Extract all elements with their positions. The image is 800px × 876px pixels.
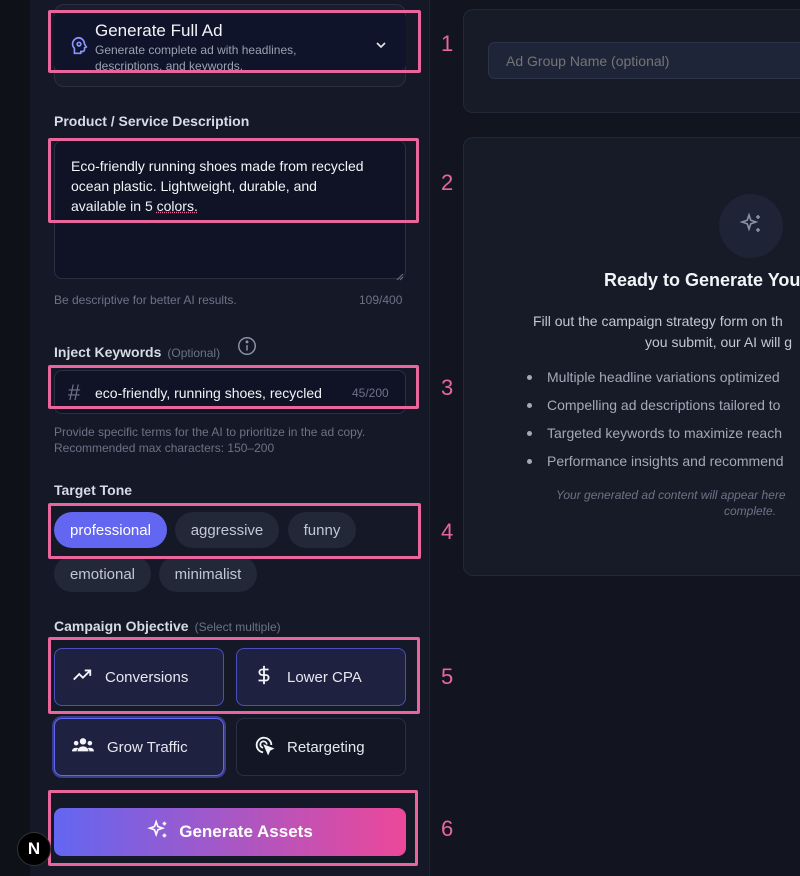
product-label: Product / Service Description: [54, 113, 250, 129]
empty-state-bullet: Multiple headline variations optimized: [527, 369, 780, 385]
keywords-count: 45/200: [352, 386, 389, 400]
objective-lower-cpa-label: Lower CPA: [287, 668, 362, 686]
objective-note: (Select multiple): [194, 620, 281, 634]
tone-chip-emotional[interactable]: emotional: [54, 556, 151, 592]
product-text-2: ocean plastic. Lightweight, durable, and: [71, 178, 317, 194]
empty-state-note-2: complete.: [724, 504, 777, 518]
empty-state-bullet: Compelling ad descriptions tailored to: [526, 397, 781, 413]
tone-chip-professional[interactable]: professional: [54, 512, 167, 548]
dollar-icon: [253, 664, 275, 690]
info-icon[interactable]: [236, 335, 258, 362]
sparkles-icon: [147, 818, 169, 846]
annotation-number-5: 5: [441, 664, 454, 689]
annotation-number-2: 2: [441, 170, 454, 195]
product-hint: Be descriptive for better AI results.: [54, 293, 237, 307]
annotation-number-6: 6: [441, 816, 454, 841]
objective-lower-cpa[interactable]: Lower CPA: [236, 648, 406, 706]
keywords-label-text: Inject Keywords: [54, 344, 162, 360]
results-area: Ready to Generate You Fill out the campa…: [431, 0, 800, 876]
keywords-label: Inject Keywords (Optional): [54, 344, 220, 360]
objective-conversions-label: Conversions: [105, 668, 189, 686]
mode-description-1: Generate complete ad with headlines,: [95, 43, 297, 57]
chevron-down-icon[interactable]: [373, 37, 389, 58]
objective-conversions[interactable]: Conversions: [54, 648, 224, 706]
objective-grow-traffic-label: Grow Traffic: [107, 738, 188, 756]
tone-label: Target Tone: [54, 482, 133, 498]
tone-chip-aggressive[interactable]: aggressive: [175, 512, 279, 548]
objective-label-text: Campaign Objective: [54, 618, 189, 634]
sparkles-icon: [739, 212, 763, 241]
product-text-3: available in 5 colors.: [71, 198, 198, 214]
keywords-value: eco-friendly, running shoes, recycled: [95, 385, 322, 401]
product-text-1: Eco-friendly running shoes made from rec…: [71, 158, 364, 174]
mode-title: Generate Full Ad: [95, 21, 223, 40]
ai-head-icon: [68, 35, 90, 62]
ad-group-input[interactable]: [488, 42, 800, 79]
campaign-form-panel: Generate Full Ad Generate complete ad wi…: [30, 0, 430, 876]
product-count: 109/400: [359, 293, 403, 307]
trending-up-icon: [71, 664, 93, 690]
annotation-number-1: 1: [441, 31, 454, 56]
annotation-number-4: 4: [441, 519, 454, 544]
generate-assets-button[interactable]: Generate Assets: [54, 808, 406, 856]
annotation-number-3: 3: [441, 375, 454, 400]
objective-retargeting-label: Retargeting: [287, 738, 365, 756]
empty-state-desc-2: you submit, our AI will g: [645, 334, 793, 350]
resize-handle[interactable]: [396, 268, 404, 286]
empty-state-icon-circle: [719, 194, 783, 258]
keywords-hint-1: Provide specific terms for the AI to pri…: [54, 425, 366, 439]
hash-icon: #: [68, 380, 81, 405]
empty-state-desc-1: Fill out the campaign strategy form on t…: [533, 313, 783, 329]
keywords-hint-2: Recommended max characters: 150–200: [54, 441, 275, 455]
mode-description-2: descriptions, and keywords.: [95, 59, 244, 71]
devtools-badge-label: N: [27, 839, 41, 858]
empty-state-bullet: Performance insights and recommend: [527, 453, 784, 469]
product-text-3a: available in 5: [71, 198, 157, 214]
generate-assets-label: Generate Assets: [179, 822, 313, 841]
product-text-3b: colors.: [156, 198, 198, 214]
tone-chip-funny[interactable]: funny: [288, 512, 356, 548]
tone-chip-minimalist[interactable]: minimalist: [159, 556, 257, 592]
target-cursor-icon: [253, 734, 275, 760]
left-gutter: [0, 0, 30, 876]
objective-grow-traffic[interactable]: Grow Traffic: [54, 718, 224, 776]
empty-state-title: Ready to Generate You: [604, 270, 800, 290]
objective-label: Campaign Objective (Select multiple): [54, 618, 281, 634]
empty-state-bullet: Targeted keywords to maximize reach: [527, 425, 782, 441]
users-icon: [71, 734, 95, 760]
devtools-badge[interactable]: N: [17, 832, 51, 866]
keywords-optional: (Optional): [167, 346, 221, 360]
objective-retargeting[interactable]: Retargeting: [236, 718, 406, 776]
empty-state-note-1: Your generated ad content will appear he…: [556, 488, 786, 502]
